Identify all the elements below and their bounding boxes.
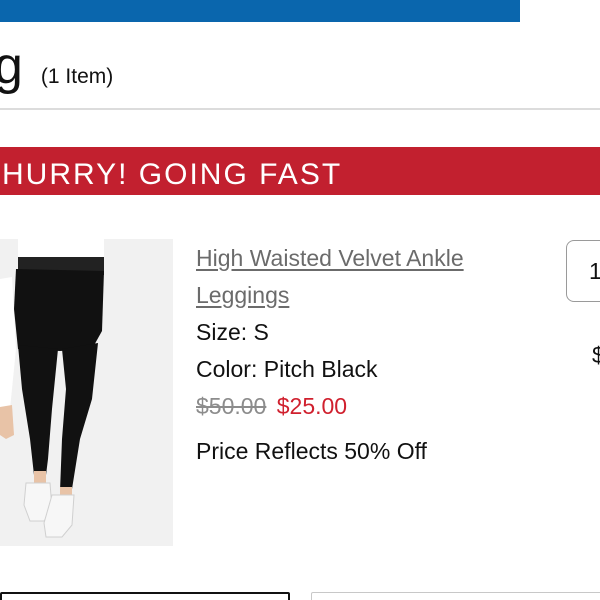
product-image[interactable] bbox=[0, 239, 173, 546]
item-count: (1 Item) bbox=[40, 65, 114, 88]
discount-note: Price Reflects 50% Off bbox=[196, 438, 427, 464]
leggings-photo bbox=[0, 239, 173, 546]
top-blue-bar bbox=[0, 0, 520, 22]
product-size: Size: S bbox=[196, 319, 269, 345]
primary-action-button[interactable] bbox=[0, 592, 290, 600]
header-divider bbox=[0, 108, 600, 110]
sale-price: $25.00 bbox=[276, 393, 348, 419]
page-title: g bbox=[0, 37, 23, 95]
product-color: Color: Pitch Black bbox=[196, 356, 378, 382]
quantity-select[interactable]: 1 bbox=[566, 240, 600, 302]
secondary-action-button[interactable] bbox=[311, 592, 600, 600]
bag-header: g (1 Item) bbox=[0, 40, 113, 100]
original-price: $50.00 bbox=[196, 393, 267, 419]
line-total: $ bbox=[592, 342, 600, 368]
hurry-banner: HURRY! GOING FAST bbox=[0, 147, 600, 195]
price-row: $50.00 $25.00 bbox=[196, 388, 526, 425]
product-details: High Waisted Velvet Ankle Leggings Size:… bbox=[196, 240, 526, 470]
product-name-link[interactable]: High Waisted Velvet Ankle Leggings bbox=[196, 240, 526, 314]
shopping-bag-page: g (1 Item) HURRY! GOING FAST High Waiste… bbox=[0, 0, 600, 600]
